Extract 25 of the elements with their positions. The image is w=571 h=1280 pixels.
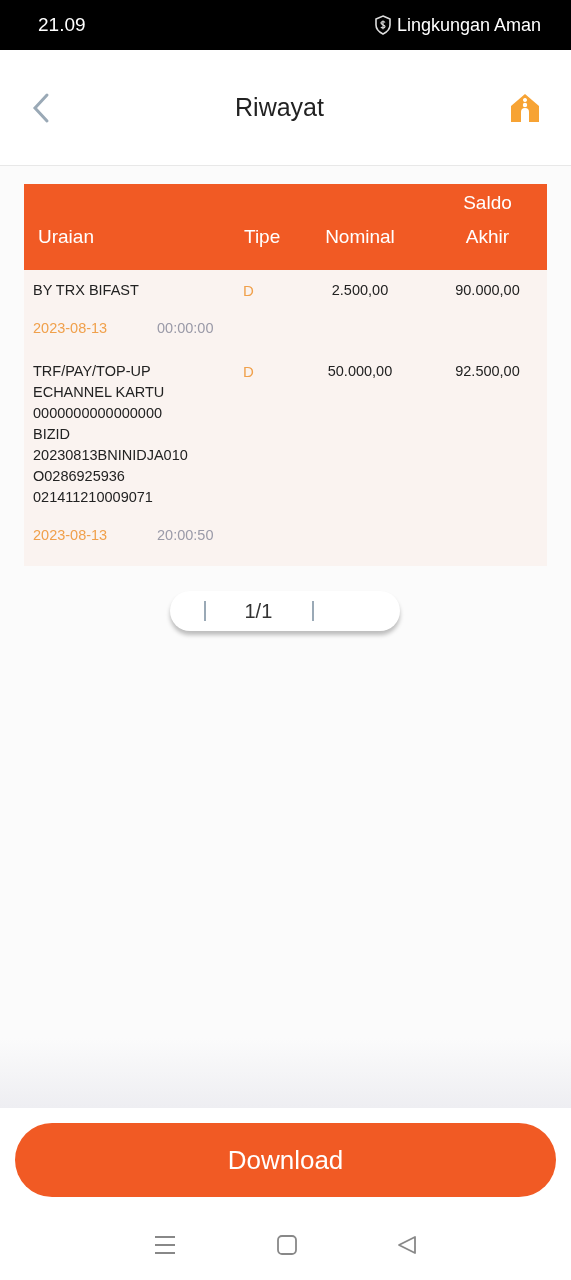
nominal-amount: 50.000,00 (326, 361, 394, 381)
column-header: Nominal (324, 225, 396, 249)
transaction-description: TRF/PAY/TOP-UP ECHANNEL KARTU 0000000000000000 BIZID 20230813BNINIDJA010 O0286925936 021411210009071 (32, 361, 189, 507)
ending-balance: 90.000,00 (454, 281, 521, 300)
column-header: Uraian (37, 225, 95, 249)
home-nav-icon[interactable] (275, 1234, 298, 1256)
transaction-type: D (242, 361, 255, 382)
transaction-date: 2023-08-13 (33, 319, 109, 338)
status-time: 21.09 (38, 12, 86, 37)
nominal-amount: 2.500,00 (330, 281, 390, 300)
transaction-description: BY TRX BIFAST (32, 281, 140, 300)
column-header: Saldo Akhir (462, 191, 513, 249)
download-button[interactable]: Download (15, 1123, 556, 1197)
column-header: Tipe (243, 225, 282, 249)
security-status: Lingkungan Aman (396, 13, 541, 37)
transaction-time: 00:00:00 (157, 319, 214, 338)
page-indicator: 1/1 (244, 598, 273, 624)
shield-icon (373, 15, 392, 35)
back-nav-icon[interactable] (396, 1234, 418, 1256)
menu-icon[interactable] (153, 1234, 177, 1256)
transaction-time: 20:00:50 (157, 525, 214, 545)
ending-balance: 92.500,00 (454, 361, 521, 381)
transaction-date: 2023-08-13 (33, 525, 109, 545)
transaction-type: D (242, 281, 255, 301)
page-title: Riwayat (235, 91, 324, 123)
